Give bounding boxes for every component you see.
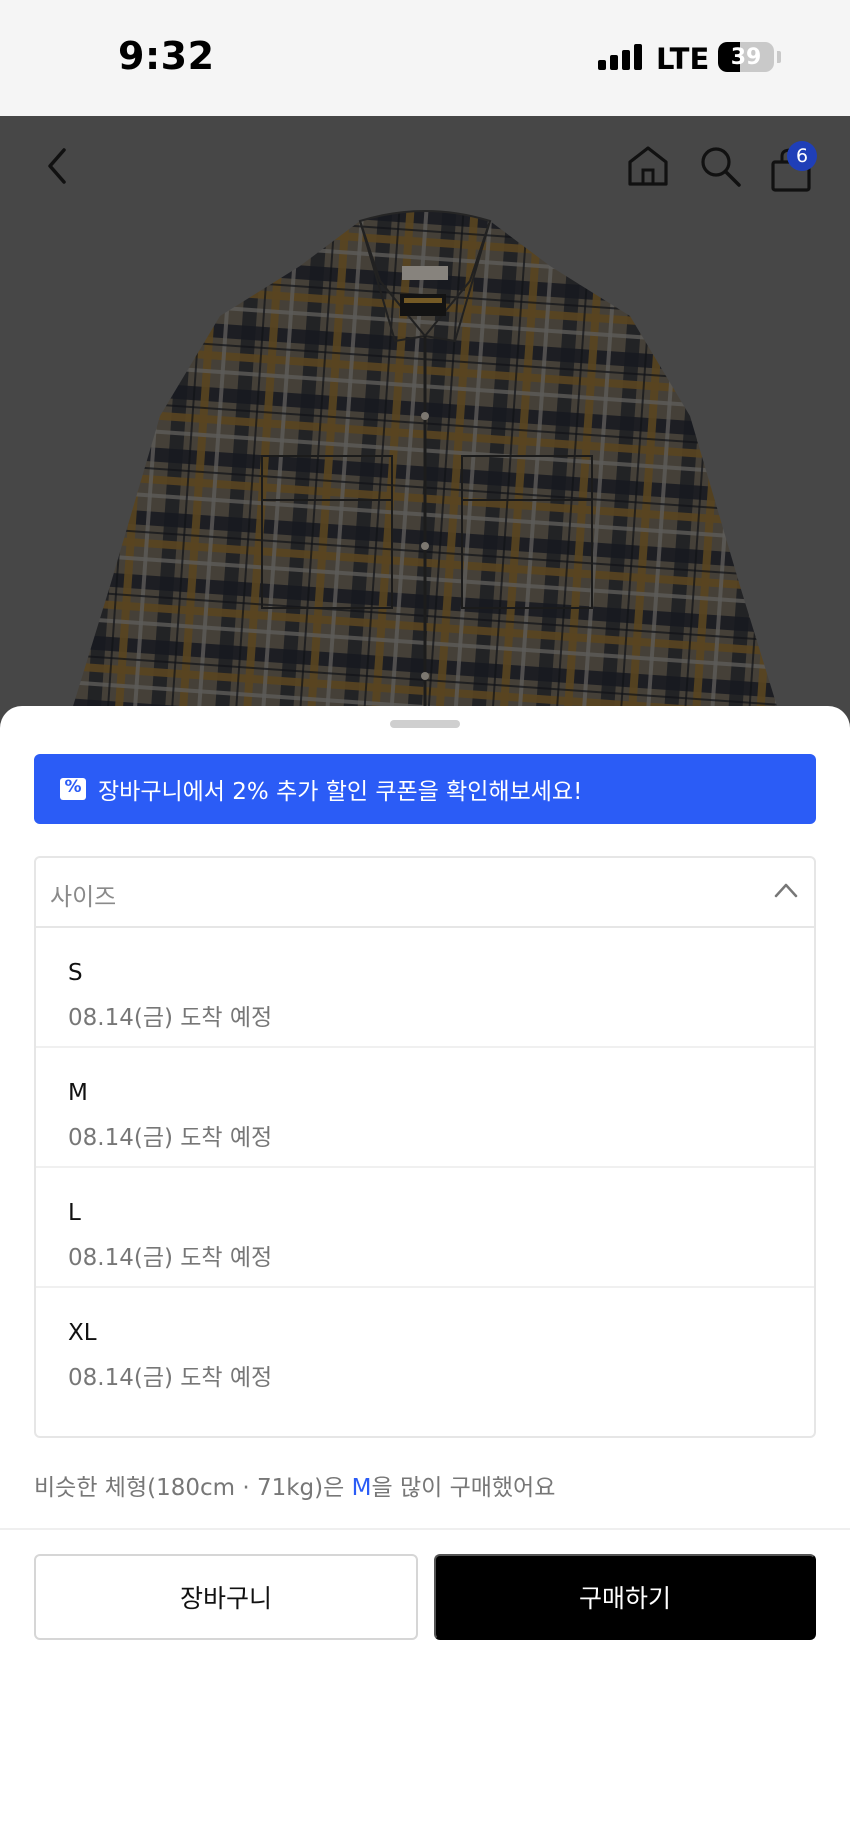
battery-tip — [777, 51, 781, 63]
size-recommendation: 비슷한 체형(180cm · 71kg)은 M을 많이 구매했어요 — [34, 1468, 555, 1502]
size-option-name: XL — [68, 1320, 97, 1346]
coupon-banner[interactable]: 장바구니에서 2% 추가 할인 쿠폰을 확인해보세요! — [34, 754, 816, 824]
size-option-delivery: 08.14(금) 도착 예정 — [68, 1245, 273, 1271]
recommendation-suffix: 을 많이 구매했어요 — [371, 1475, 556, 1501]
recommended-size: M — [351, 1475, 372, 1501]
back-icon[interactable] — [42, 146, 72, 186]
size-option-xl[interactable]: XL 08.14(금) 도착 예정 — [36, 1288, 814, 1408]
signal-icon — [598, 44, 644, 70]
battery-level: 39 — [730, 45, 762, 70]
coupon-banner-text: 장바구니에서 2% 추가 할인 쿠폰을 확인해보세요! — [98, 779, 583, 805]
buy-now-button[interactable]: 구매하기 — [434, 1554, 816, 1640]
home-icon[interactable] — [626, 144, 670, 188]
size-option-name: L — [68, 1200, 81, 1226]
size-dropdown: 사이즈 S 08.14(금) 도착 예정 M 08.14(금) 도착 예정 L … — [34, 856, 816, 1438]
sheet-drag-handle[interactable] — [390, 720, 460, 728]
network-type: LTE — [656, 42, 710, 76]
size-option-delivery: 08.14(금) 도착 예정 — [68, 1005, 273, 1031]
size-option-m[interactable]: M 08.14(금) 도착 예정 — [36, 1048, 814, 1168]
chevron-up-icon — [774, 883, 798, 898]
size-option-name: M — [68, 1080, 88, 1106]
add-to-cart-button[interactable]: 장바구니 — [34, 1554, 418, 1640]
size-option-name: S — [68, 960, 83, 986]
status-time: 9:32 — [118, 34, 215, 78]
size-dropdown-header[interactable]: 사이즈 — [36, 858, 814, 928]
cart-count-badge: 6 — [787, 141, 817, 171]
option-bottom-sheet: 장바구니에서 2% 추가 할인 쿠폰을 확인해보세요! 사이즈 S 08.14(… — [0, 706, 850, 1842]
divider — [0, 1528, 850, 1530]
size-option-s[interactable]: S 08.14(금) 도착 예정 — [36, 928, 814, 1048]
battery-icon: 39 — [718, 42, 774, 72]
size-option-l[interactable]: L 08.14(금) 도착 예정 — [36, 1168, 814, 1288]
size-dropdown-label: 사이즈 — [50, 883, 117, 911]
size-option-delivery: 08.14(금) 도착 예정 — [68, 1125, 273, 1151]
size-option-delivery: 08.14(금) 도착 예정 — [68, 1365, 273, 1391]
coupon-icon — [60, 777, 86, 800]
search-icon[interactable] — [698, 144, 742, 188]
status-bar: 9:32 LTE 39 — [0, 0, 850, 116]
recommendation-prefix: 비슷한 체형(180cm · 71kg)은 — [34, 1475, 352, 1501]
